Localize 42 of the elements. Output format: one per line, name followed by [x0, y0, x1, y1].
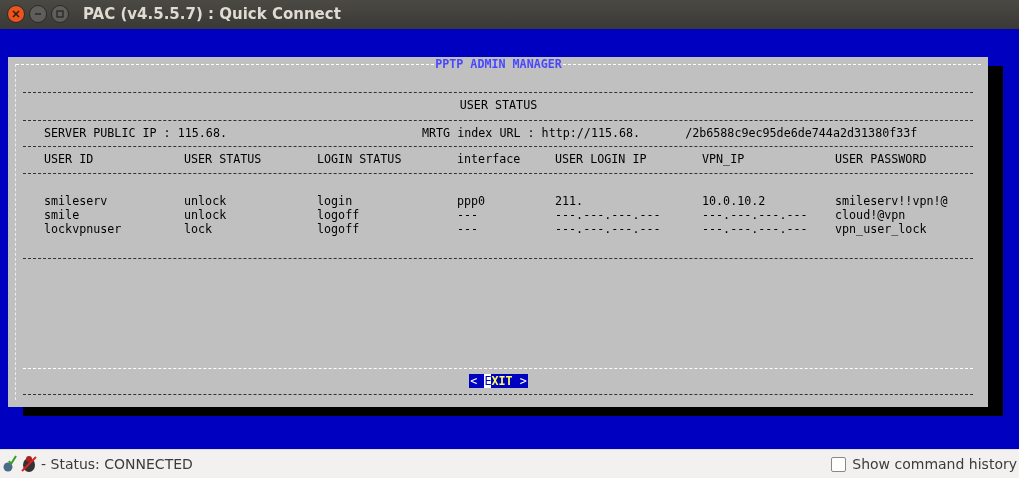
- connected-icon: [3, 455, 17, 474]
- table-cell-text: login: [317, 193, 354, 208]
- mrtg-path-text: /2b6588c9ec95de6de744a2d31380f33f: [685, 125, 918, 140]
- table-cell-text: ---.---.---.---: [555, 207, 662, 222]
- exit-button[interactable]: < EXIT >: [469, 373, 528, 388]
- window-title: PAC (v4.5.5.7) : Quick Connect: [83, 5, 341, 24]
- table-cell-text: lockvpnuser: [44, 221, 123, 236]
- table-cell-text: vpn_user_lock: [835, 221, 928, 236]
- table-cell-text: smile: [44, 207, 81, 222]
- table-cell-text: logoff: [317, 221, 361, 236]
- table-cell-text: smileserv: [44, 193, 109, 208]
- table-cell-text: lock: [184, 221, 214, 236]
- column-header: interface: [457, 151, 522, 166]
- table-cell-text: 10.0.10.2: [702, 193, 767, 208]
- server-ip-text: SERVER PUBLIC IP : 115.68.: [44, 125, 228, 140]
- table-cell-text: 211.: [555, 193, 585, 208]
- history-checkbox[interactable]: Show command history: [831, 456, 1017, 473]
- table-cell-text: ---.---.---.---: [702, 221, 809, 236]
- column-header: USER PASSWORD: [835, 151, 928, 166]
- table-cell-text: cloud!@vpn: [835, 207, 906, 222]
- table-cell-text: unlock: [184, 207, 228, 222]
- status-text: - Status: CONNECTED: [41, 456, 193, 473]
- table-cell-text: ppp0: [457, 193, 487, 208]
- column-header: USER LOGIN IP: [555, 151, 648, 166]
- close-icon[interactable]: [7, 5, 25, 24]
- column-header: USER ID: [44, 151, 95, 166]
- section-heading: USER STATUS: [459, 97, 538, 112]
- dialog-title: PPTP ADMIN MANAGER: [434, 57, 563, 72]
- table-cell-text: ---.---.---.---: [555, 221, 662, 236]
- bug-icon: [20, 455, 38, 474]
- table-cell-text: unlock: [184, 193, 228, 208]
- table-cell-text: smileserv!!vpn!@: [835, 193, 949, 208]
- column-header: VPN_IP: [702, 151, 746, 166]
- table-cell-text: logoff: [317, 207, 361, 222]
- table-cell-text: ---.---.---.---: [702, 207, 809, 222]
- table-cell-text: ---: [457, 221, 480, 236]
- column-header: LOGIN STATUS: [317, 151, 403, 166]
- minimize-icon[interactable]: [29, 5, 47, 24]
- table-cell-text: ---: [457, 207, 479, 222]
- mrtg-url-text: MRTG index URL : http://115.68.: [422, 125, 641, 140]
- maximize-icon[interactable]: [51, 5, 69, 24]
- column-header: USER STATUS: [184, 151, 263, 166]
